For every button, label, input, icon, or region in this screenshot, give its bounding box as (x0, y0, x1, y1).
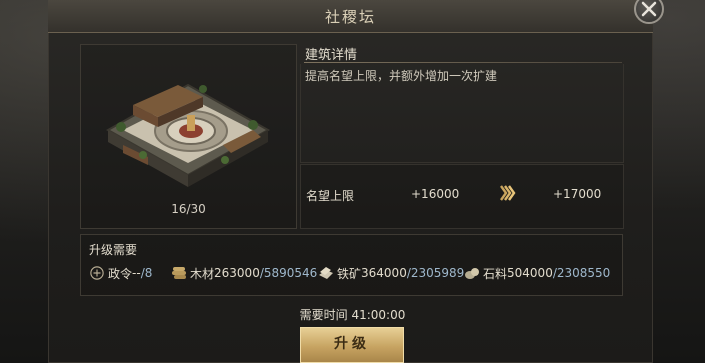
time-label: 需要时间 (299, 308, 348, 322)
detail-title: 建筑详情 (305, 48, 358, 63)
title-bar: 社稷坛 (48, 0, 653, 33)
building-preview: 16/30 (80, 44, 297, 229)
building-detail: 建筑详情 提高名望上限，并额外增加一次扩建 名望上限 +16000 +17000 (300, 44, 624, 229)
close-icon (641, 1, 657, 17)
requirement-name: 铁矿 (337, 266, 362, 281)
requirement-have: -- (132, 266, 141, 280)
requirement-have: 364000 (361, 266, 407, 280)
detail-description: 提高名望上限，并额外增加一次扩建 (305, 69, 498, 83)
requirement-need: /8 (140, 266, 153, 280)
window-title: 社稷坛 (324, 8, 376, 26)
building-count: 16/30 (171, 202, 206, 216)
requirement-item-iron: 铁矿 364000/2305989 (318, 265, 464, 281)
stone-icon (465, 268, 479, 279)
order-icon (90, 266, 104, 280)
detail-divider (304, 62, 622, 63)
requirement-item-order: 政令 --/8 (89, 265, 152, 281)
requirement-name: 石料 (483, 266, 508, 281)
upgrade-button[interactable]: 升级 (300, 327, 404, 363)
requirement-need: /2308550 (552, 266, 611, 280)
requirement-name: 木材 (190, 266, 215, 281)
upgrade-time: 需要时间 41:00:00 (0, 306, 705, 323)
requirement-item-wood: 木材 263000/5890546 (171, 265, 317, 281)
requirement-need: /2305989 (406, 266, 465, 280)
requirement-need: /5890546 (259, 266, 318, 280)
requirement-have: 263000 (214, 266, 260, 280)
altar-building-image (105, 83, 271, 187)
requirement-item-stone: 石料 504000/2308550 (464, 265, 610, 281)
stat-next-value: +17000 (553, 187, 602, 201)
stat-current-value: +16000 (411, 187, 460, 201)
upgrade-requirements: 升级需要 政令 --/8 木材 263000/5890546 铁矿 364000/23… (80, 234, 623, 296)
requirement-name: 政令 (108, 266, 133, 281)
iron-ore-icon (319, 267, 333, 279)
upgrade-arrow-icon (500, 185, 516, 201)
wood-icon (172, 267, 186, 279)
time-value: 41:00:00 (351, 308, 406, 322)
requirements-title: 升级需要 (89, 243, 138, 257)
stat-row: 名望上限 +16000 +17000 (300, 164, 624, 229)
stat-label: 名望上限 (306, 189, 355, 203)
requirement-have: 504000 (507, 266, 553, 280)
